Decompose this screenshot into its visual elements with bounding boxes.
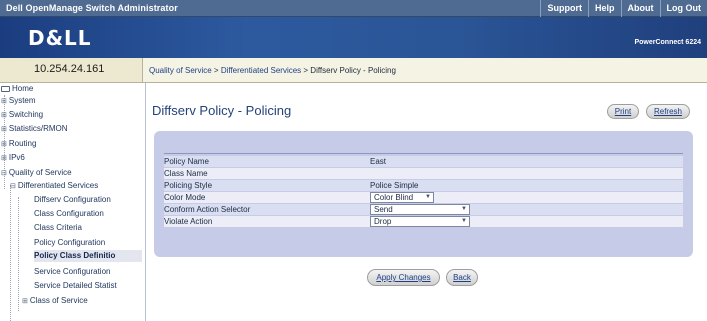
nav-label: Diffserv Configuration xyxy=(34,195,111,204)
print-button[interactable]: Print xyxy=(607,104,639,119)
expand-icon[interactable]: ⊞ xyxy=(22,296,28,308)
chevron-down-icon: ▼ xyxy=(461,218,467,224)
color-mode-selected: Color Blind xyxy=(374,193,414,202)
breadcrumb-separator: > xyxy=(211,66,221,75)
app-title: Dell OpenManage Switch Administrator xyxy=(6,3,178,13)
policy-name-label: Policy Name xyxy=(164,157,209,166)
collapse-icon[interactable]: ⊟ xyxy=(1,168,7,180)
policing-style-value: Police Simple xyxy=(370,181,419,190)
expand-icon[interactable]: ⊞ xyxy=(1,153,7,165)
refresh-button[interactable]: Refresh xyxy=(646,104,690,119)
nav-label: Policy Configuration xyxy=(34,238,106,247)
policing-style-row: Policing Style Police Simple xyxy=(164,180,683,191)
color-mode-row: Color Mode Color Blind ▼ xyxy=(164,192,683,203)
nav-label: Switching xyxy=(8,110,44,119)
conform-action-select[interactable]: Send ▼ xyxy=(370,204,470,215)
breadcrumb: Quality of Service > Differentiated Serv… xyxy=(143,58,707,83)
support-link[interactable]: Support xyxy=(540,0,588,17)
nav-label: Statistics/RMON xyxy=(8,124,68,133)
nav-label: Routing xyxy=(8,139,37,148)
nav-label: Class of Service xyxy=(29,296,88,305)
nav-label: Service Detailed Statist xyxy=(34,281,117,290)
nav-policy-class-definition[interactable]: Policy Class Definitio xyxy=(34,250,142,262)
nav-policy-configuration[interactable]: Policy Configuration xyxy=(34,237,105,249)
nav-label: Quality of Service xyxy=(8,168,72,177)
nav-class-criteria[interactable]: Class Criteria xyxy=(34,222,82,234)
navigation-tree: Home ⊞ System ⊞ Switching ⊞ Statistics/RMON… xyxy=(0,83,146,321)
apply-changes-button[interactable]: Apply Changes xyxy=(367,269,440,286)
nav-service-configuration[interactable]: Service Configuration xyxy=(34,266,110,278)
class-name-row: Class Name xyxy=(164,168,683,179)
policy-name-value: East xyxy=(370,157,387,166)
violate-action-select[interactable]: Drop ▼ xyxy=(370,216,470,227)
class-name-label: Class Name xyxy=(164,169,208,178)
device-address: 10.254.24.161 xyxy=(0,58,143,83)
breadcrumb-separator: > xyxy=(301,66,311,75)
top-bar: Dell OpenManage Switch Administrator Sup… xyxy=(0,0,707,17)
collapse-icon[interactable]: ⊟ xyxy=(10,181,16,193)
policing-form-panel: Policy Name East Class Name Policing Sty… xyxy=(154,131,693,257)
back-button[interactable]: Back xyxy=(446,269,478,286)
nav-ipv6[interactable]: ⊞ IPv6 xyxy=(1,152,25,164)
product-name: PowerConnect 6224 xyxy=(634,39,701,46)
brand-banner: D&LL PowerConnect 6224 xyxy=(0,17,707,58)
dell-logo: D&LL xyxy=(28,26,92,50)
conform-action-label: Conform Action Selector xyxy=(164,205,251,214)
expand-icon[interactable]: ⊞ xyxy=(1,139,7,151)
violate-action-row: Violate Action Drop ▼ xyxy=(164,216,683,227)
tree-connector xyxy=(10,185,11,321)
expand-icon[interactable]: ⊞ xyxy=(1,124,7,136)
nav-diffserv-configuration[interactable]: Diffserv Configuration xyxy=(34,194,111,206)
policy-name-row: Policy Name East xyxy=(164,156,683,167)
nav-class-of-service[interactable]: ⊞ Class of Service xyxy=(22,295,88,307)
nav-label: Differentiated Services xyxy=(17,181,99,190)
about-link[interactable]: About xyxy=(620,0,660,17)
nav-label: Class Configuration xyxy=(34,209,104,218)
conform-action-selected: Send xyxy=(374,205,393,214)
tree-connector xyxy=(18,197,19,311)
nav-home[interactable]: Home xyxy=(1,83,33,95)
breadcrumb-qos[interactable]: Quality of Service xyxy=(149,66,212,75)
help-link[interactable]: Help xyxy=(587,0,621,17)
nav-differentiated-services[interactable]: ⊟ Differentiated Services xyxy=(10,180,98,192)
logout-link[interactable]: Log Out xyxy=(659,0,707,17)
color-mode-select[interactable]: Color Blind ▼ xyxy=(370,192,434,203)
conform-action-row: Conform Action Selector Send ▼ xyxy=(164,204,683,215)
nav-service-detailed-statistics[interactable]: Service Detailed Statist xyxy=(34,280,117,292)
nav-label: Service Configuration xyxy=(34,267,111,276)
ip-address: 10.254.24.161 xyxy=(34,63,105,75)
nav-class-configuration[interactable]: Class Configuration xyxy=(34,208,104,220)
nav-label: System xyxy=(8,96,36,105)
breadcrumb-current: Diffserv Policy - Policing xyxy=(310,66,396,75)
nav-label: Class Criteria xyxy=(34,223,83,232)
nav-label: IPv6 xyxy=(8,153,25,162)
chevron-down-icon: ▼ xyxy=(461,206,467,212)
violate-action-selected: Drop xyxy=(374,217,392,226)
top-links: Support Help About Log Out xyxy=(540,0,707,17)
nav-label: Home xyxy=(12,84,34,93)
page-title: Diffserv Policy - Policing xyxy=(152,103,292,118)
nav-label: Policy Class Definitio xyxy=(34,251,116,260)
nav-switching[interactable]: ⊞ Switching xyxy=(1,109,43,121)
panel-divider xyxy=(164,153,683,154)
color-mode-label: Color Mode xyxy=(164,193,206,202)
breadcrumb-diffserv[interactable]: Differentiated Services xyxy=(221,66,301,75)
nav-quality-of-service[interactable]: ⊟ Quality of Service xyxy=(1,167,72,179)
nav-routing[interactable]: ⊞ Routing xyxy=(1,138,36,150)
nav-system[interactable]: ⊞ System xyxy=(1,95,36,107)
expand-icon[interactable]: ⊞ xyxy=(1,96,7,108)
policing-style-label: Policing Style xyxy=(164,181,213,190)
nav-statistics[interactable]: ⊞ Statistics/RMON xyxy=(1,123,68,135)
home-icon xyxy=(1,85,10,92)
expand-icon[interactable]: ⊞ xyxy=(1,110,7,122)
violate-action-label: Violate Action xyxy=(164,217,213,226)
chevron-down-icon: ▼ xyxy=(425,194,431,200)
